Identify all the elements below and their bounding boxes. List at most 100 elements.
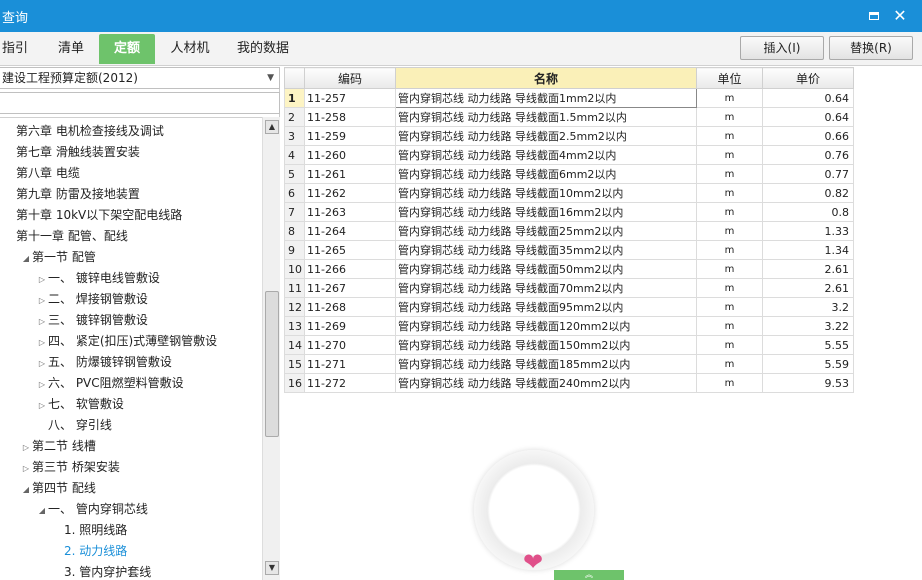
cell-code[interactable]: 11-258 [304, 107, 396, 127]
cell-name[interactable]: 管内穿铜芯线 动力线路 导线截面95mm2以内 [395, 297, 697, 317]
table-row[interactable]: 11 11-267 管内穿铜芯线 动力线路 导线截面70mm2以内 m 2.61 [284, 278, 854, 298]
tree-item[interactable]: ▷ 第二节 线槽 [20, 436, 96, 456]
tree-item[interactable]: ▷ 第三节 桥架安装 [20, 457, 120, 477]
tab-bill[interactable]: 清单 [50, 34, 92, 64]
table-row[interactable]: 1 11-257 管内穿铜芯线 动力线路 导线截面1mm2以内 m 0.64 [284, 88, 854, 108]
cell-name[interactable]: 管内穿铜芯线 动力线路 导线截面50mm2以内 [395, 259, 697, 279]
cell-code[interactable]: 11-268 [304, 297, 396, 317]
table-row[interactable]: 10 11-266 管内穿铜芯线 动力线路 导线截面50mm2以内 m 2.61 [284, 259, 854, 279]
column-header-name[interactable]: 名称 [395, 67, 697, 89]
cell-unit[interactable]: m [696, 88, 763, 108]
cell-name[interactable]: 管内穿铜芯线 动力线路 导线截面1.5mm2以内 [395, 107, 697, 127]
row-number[interactable]: 8 [284, 221, 305, 241]
table-row[interactable]: 4 11-260 管内穿铜芯线 动力线路 导线截面4mm2以内 m 0.76 [284, 145, 854, 165]
table-row[interactable]: 3 11-259 管内穿铜芯线 动力线路 导线截面2.5mm2以内 m 0.66 [284, 126, 854, 146]
cell-unit[interactable]: m [696, 164, 763, 184]
cell-name[interactable]: 管内穿铜芯线 动力线路 导线截面150mm2以内 [395, 335, 697, 355]
row-number[interactable]: 12 [284, 297, 305, 317]
cell-unit[interactable]: m [696, 107, 763, 127]
cell-price[interactable]: 9.53 [762, 373, 854, 393]
table-row[interactable]: 8 11-264 管内穿铜芯线 动力线路 导线截面25mm2以内 m 1.33 [284, 221, 854, 241]
cell-price[interactable]: 1.33 [762, 221, 854, 241]
cell-name[interactable]: 管内穿铜芯线 动力线路 导线截面16mm2以内 [395, 202, 697, 222]
table-row[interactable]: 14 11-270 管内穿铜芯线 动力线路 导线截面150mm2以内 m 5.55 [284, 335, 854, 355]
cell-code[interactable]: 11-272 [304, 373, 396, 393]
row-number[interactable]: 9 [284, 240, 305, 260]
cell-unit[interactable]: m [696, 373, 763, 393]
cell-price[interactable]: 0.66 [762, 126, 854, 146]
scroll-up-icon[interactable]: ▲ [265, 120, 279, 134]
table-row[interactable]: 7 11-263 管内穿铜芯线 动力线路 导线截面16mm2以内 m 0.8 [284, 202, 854, 222]
tree-item[interactable]: ▷ 五、 防爆镀锌钢管敷设 [36, 352, 172, 372]
cell-name[interactable]: 管内穿铜芯线 动力线路 导线截面35mm2以内 [395, 240, 697, 260]
tree-item[interactable]: ◢ 第四节 配线 [20, 478, 96, 498]
chevron-down-icon[interactable]: ▼ [267, 68, 274, 88]
cell-price[interactable]: 5.59 [762, 354, 854, 374]
cell-unit[interactable]: m [696, 145, 763, 165]
row-number[interactable]: 11 [284, 278, 305, 298]
scroll-down-icon[interactable]: ▼ [265, 561, 279, 575]
expand-handle[interactable]: ︽ [554, 570, 624, 580]
cell-code[interactable]: 11-271 [304, 354, 396, 374]
cell-name[interactable]: 管内穿铜芯线 动力线路 导线截面240mm2以内 [395, 373, 697, 393]
heart-icon[interactable]: ❤ [518, 547, 548, 577]
row-number[interactable]: 4 [284, 145, 305, 165]
triangle-expanded-icon[interactable]: ◢ [20, 249, 32, 269]
cell-code[interactable]: 11-266 [304, 259, 396, 279]
cell-name[interactable]: 管内穿铜芯线 动力线路 导线截面4mm2以内 [395, 145, 697, 165]
triangle-collapsed-icon[interactable]: ▷ [20, 459, 32, 479]
triangle-collapsed-icon[interactable]: ▷ [36, 291, 48, 311]
search-input[interactable] [0, 92, 280, 114]
cell-unit[interactable]: m [696, 202, 763, 222]
cell-unit[interactable]: m [696, 259, 763, 279]
cell-unit[interactable]: m [696, 221, 763, 241]
tree-item[interactable]: 第七章 滑触线装置安装 [4, 142, 140, 162]
tree-item[interactable]: 第十章 10kV以下架空配电线路 [4, 205, 182, 225]
tree-item[interactable]: ▷ 二、 焊接钢管敷设 [36, 289, 148, 309]
tab-labor-material-machine[interactable]: 人材机 [162, 34, 218, 64]
cell-code[interactable]: 11-269 [304, 316, 396, 336]
cell-code[interactable]: 11-265 [304, 240, 396, 260]
cell-name[interactable]: 管内穿铜芯线 动力线路 导线截面70mm2以内 [395, 278, 697, 298]
cell-unit[interactable]: m [696, 297, 763, 317]
cell-price[interactable]: 0.8 [762, 202, 854, 222]
tree-item[interactable]: 第九章 防雷及接地装置 [4, 184, 140, 204]
triangle-collapsed-icon[interactable]: ▷ [36, 270, 48, 290]
tree-item[interactable]: 八、 穿引线 [36, 415, 112, 435]
cell-name[interactable]: 管内穿铜芯线 动力线路 导线截面185mm2以内 [395, 354, 697, 374]
cell-price[interactable]: 3.2 [762, 297, 854, 317]
replace-button[interactable]: 替换(R) [829, 36, 913, 60]
table-row[interactable]: 13 11-269 管内穿铜芯线 动力线路 导线截面120mm2以内 m 3.22 [284, 316, 854, 336]
tree-item[interactable]: 2. 动力线路 [52, 541, 127, 561]
column-header-code[interactable]: 编码 [304, 67, 396, 89]
tree-item[interactable]: 1. 照明线路 [52, 520, 127, 540]
table-row[interactable]: 6 11-262 管内穿铜芯线 动力线路 导线截面10mm2以内 m 0.82 [284, 183, 854, 203]
table-row[interactable]: 15 11-271 管内穿铜芯线 动力线路 导线截面185mm2以内 m 5.59 [284, 354, 854, 374]
cell-price[interactable]: 0.76 [762, 145, 854, 165]
row-number[interactable]: 10 [284, 259, 305, 279]
tree-item[interactable]: 第八章 电缆 [4, 163, 80, 183]
cell-code[interactable]: 11-259 [304, 126, 396, 146]
cell-price[interactable]: 5.55 [762, 335, 854, 355]
triangle-collapsed-icon[interactable]: ▷ [36, 333, 48, 353]
triangle-collapsed-icon[interactable]: ▷ [36, 375, 48, 395]
tree-item[interactable]: 第六章 电机检查接线及调试 [4, 121, 164, 141]
cell-code[interactable]: 11-264 [304, 221, 396, 241]
table-row[interactable]: 12 11-268 管内穿铜芯线 动力线路 导线截面95mm2以内 m 3.2 [284, 297, 854, 317]
cell-unit[interactable]: m [696, 240, 763, 260]
cell-code[interactable]: 11-262 [304, 183, 396, 203]
tree-item[interactable]: ◢ 第一节 配管 [20, 247, 96, 267]
tree-item[interactable]: ▷ 六、 PVC阻燃塑料管敷设 [36, 373, 184, 393]
column-header-unit[interactable]: 单位 [696, 67, 763, 89]
tree-scrollbar[interactable]: ▲ ▼ [262, 117, 280, 580]
tree-item[interactable]: ▷ 一、 镀锌电线管敷设 [36, 268, 160, 288]
tree-item[interactable]: 3. 管内穿护套线 [52, 562, 151, 580]
table-row[interactable]: 9 11-265 管内穿铜芯线 动力线路 导线截面35mm2以内 m 1.34 [284, 240, 854, 260]
cell-price[interactable]: 2.61 [762, 259, 854, 279]
tab-guide[interactable]: 指引 [2, 34, 28, 64]
cell-name[interactable]: 管内穿铜芯线 动力线路 导线截面120mm2以内 [395, 316, 697, 336]
cell-price[interactable]: 0.82 [762, 183, 854, 203]
tab-my-data[interactable]: 我的数据 [230, 34, 296, 64]
cell-unit[interactable]: m [696, 183, 763, 203]
triangle-collapsed-icon[interactable]: ▷ [36, 354, 48, 374]
